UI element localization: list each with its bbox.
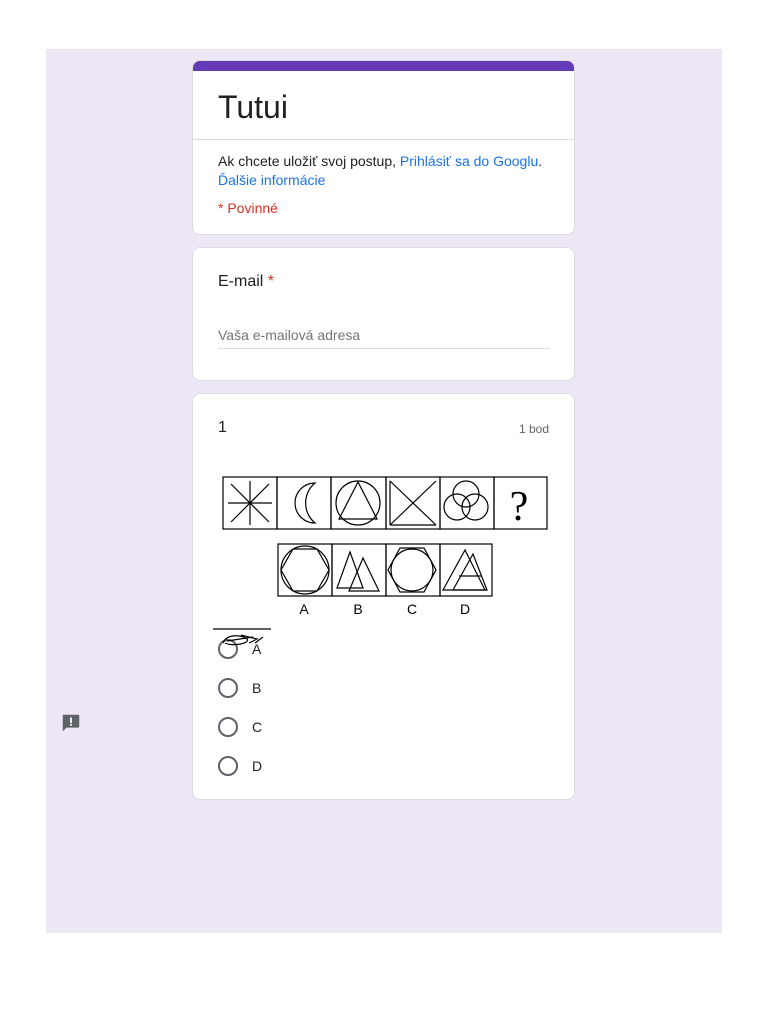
email-label-text: E-mail [218, 273, 264, 290]
answer-box-a [277, 543, 333, 597]
question-number: 1 [218, 419, 227, 436]
three-circles-figure [443, 480, 489, 521]
more-info-link[interactable]: Ďalšie informácie [218, 172, 325, 188]
figure-label-a: A [299, 601, 309, 617]
email-field[interactable] [218, 322, 550, 349]
crescent-figure [294, 482, 317, 524]
figure-label-d: D [460, 601, 470, 617]
scribble-mark [213, 628, 271, 646]
signin-notice: Ak chcete uložiť svoj postup, Prihlásiť … [218, 152, 550, 190]
question-card: 1 1 bod ? A B C D A B C D [192, 393, 575, 800]
signin-link[interactable]: Prihlásiť sa do Googlu [400, 153, 538, 169]
header-accent-bar [193, 61, 574, 71]
email-question-card: E-mail * [192, 247, 575, 381]
signin-prefix: Ak chcete uložiť svoj postup, [218, 153, 400, 169]
sequence-box-2 [276, 476, 332, 530]
required-star: * [267, 273, 275, 290]
hexagon-in-circle-figure [280, 545, 330, 595]
email-label: E-mail * [218, 273, 274, 291]
radio-b[interactable] [218, 677, 238, 698]
option-d[interactable]: D [218, 746, 262, 785]
figure-label-c: C [407, 601, 417, 617]
overlapping-triangles-figure [336, 550, 380, 592]
option-c-label: C [252, 718, 263, 735]
option-c[interactable]: C [218, 707, 262, 746]
circle-triangle-figure [335, 480, 381, 526]
question-figure: ? A B C D [222, 476, 548, 617]
circle-in-hexagon-figure [387, 547, 437, 593]
star-lines-figure [228, 481, 272, 525]
required-note: * Povinné [218, 200, 278, 216]
sequence-box-3 [330, 476, 387, 530]
answer-box-c [385, 543, 441, 597]
option-b[interactable]: B [218, 668, 262, 707]
radio-c[interactable] [218, 716, 238, 737]
nested-triangles-figure [441, 548, 488, 591]
radio-d[interactable] [218, 755, 238, 776]
form-title: Tutui [218, 89, 288, 125]
signin-separator: . [538, 153, 543, 169]
option-d-label: D [252, 757, 263, 774]
option-b-label: B [252, 679, 262, 696]
question-points: 1 bod [518, 422, 549, 436]
form-header-card: Tutui Ak chcete uložiť svoj postup, Prih… [192, 60, 575, 235]
bowtie-figure [389, 480, 437, 526]
figure-label-b: B [353, 601, 362, 617]
answer-options: A B C D [218, 629, 262, 785]
sequence-box-5 [439, 476, 495, 530]
header-divider [193, 139, 574, 140]
report-problem-icon[interactable] [60, 712, 82, 734]
question-mark-glyph: ? [510, 484, 529, 530]
